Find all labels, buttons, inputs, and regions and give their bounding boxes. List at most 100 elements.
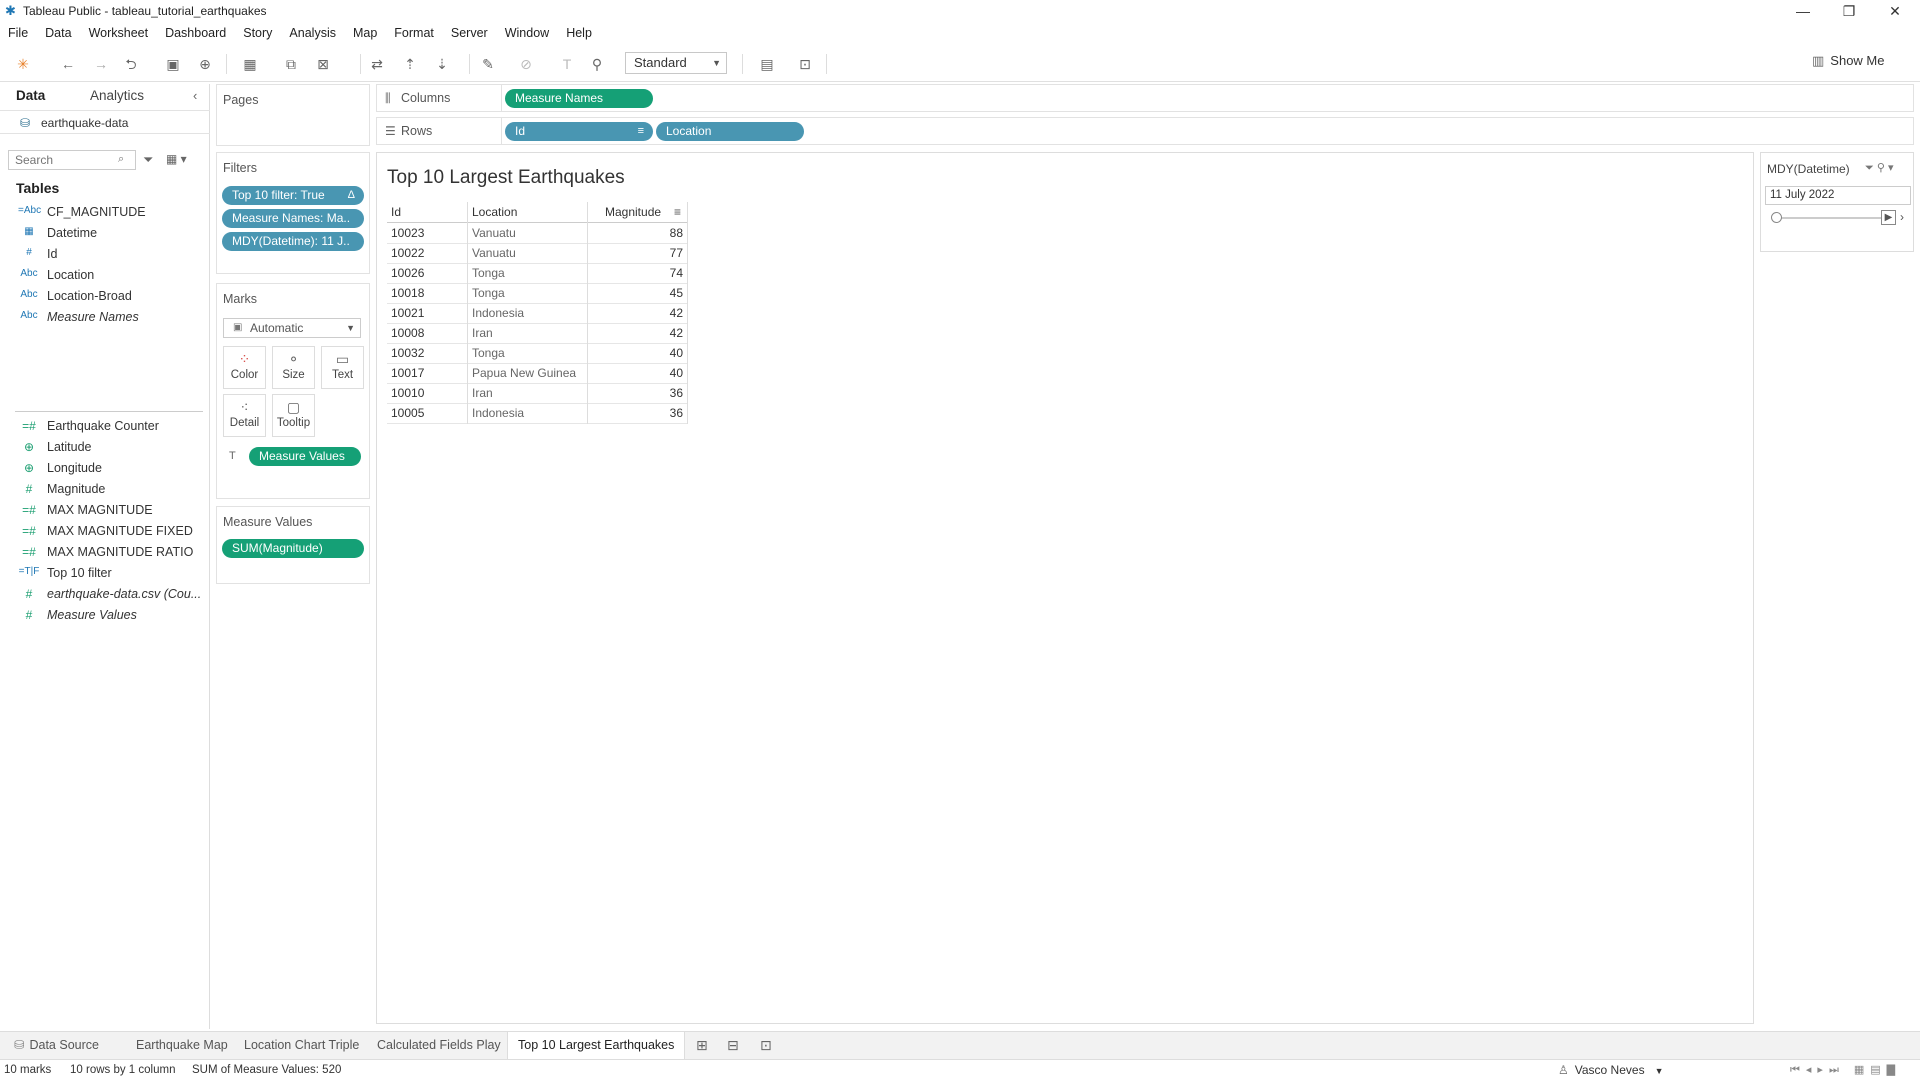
show-cards-icon[interactable]: ▤ bbox=[757, 54, 777, 74]
field-location[interactable]: Abc Location bbox=[0, 265, 208, 286]
marks-pill-measure-values[interactable]: Measure Values bbox=[249, 447, 361, 466]
filter-pill-measure-names[interactable]: Measure Names: Ma.. bbox=[222, 209, 364, 228]
menu-analysis[interactable]: Analysis bbox=[289, 26, 336, 40]
swap-rows-columns-icon[interactable]: ⇄ bbox=[367, 54, 387, 74]
new-dashboard-icon[interactable]: ⊟ bbox=[727, 1037, 739, 1054]
save-icon[interactable]: ▣ bbox=[163, 54, 183, 74]
tab-data-source[interactable]: ⛁ Data Source bbox=[4, 1032, 109, 1059]
tooltip-mark-button[interactable]: ▢ Tooltip bbox=[272, 394, 315, 437]
menu-window[interactable]: Window bbox=[505, 26, 549, 40]
menu-map[interactable]: Map bbox=[353, 26, 377, 40]
menu-dashboard[interactable]: Dashboard bbox=[165, 26, 226, 40]
field-location-broad[interactable]: Abc Location-Broad bbox=[0, 286, 208, 307]
table-row[interactable]: 10022 Vanuatu 77 bbox=[387, 243, 687, 264]
new-worksheet-icon[interactable]: ▦ bbox=[240, 54, 260, 74]
new-story-icon[interactable]: ⊡ bbox=[760, 1037, 772, 1054]
highlight-icon[interactable]: ✎ bbox=[478, 54, 498, 74]
table-row[interactable]: 10032 Tonga 40 bbox=[387, 343, 687, 364]
date-value-field[interactable]: 11 July 2022 bbox=[1765, 186, 1911, 205]
view-options-icon[interactable]: ▦ ▾ bbox=[166, 152, 187, 166]
table-row[interactable]: 10005 Indonesia 36 bbox=[387, 403, 687, 424]
menu-data[interactable]: Data bbox=[45, 26, 71, 40]
rows-pill-id[interactable]: Id ≡ bbox=[505, 122, 653, 141]
pages-card[interactable]: Pages bbox=[216, 84, 370, 146]
play-icon[interactable]: ▶ bbox=[1881, 210, 1896, 225]
field-max-magnitude-fixed[interactable]: =# MAX MAGNITUDE FIXED bbox=[0, 521, 208, 542]
group-members-icon[interactable]: ⊘ bbox=[516, 54, 536, 74]
fix-axes-icon[interactable]: ⚲ bbox=[587, 54, 607, 74]
color-mark-button[interactable]: ⁘ Color bbox=[223, 346, 266, 389]
table-row[interactable]: 10017 Papua New Guinea 40 bbox=[387, 363, 687, 384]
menu-server[interactable]: Server bbox=[451, 26, 488, 40]
filter-icon[interactable]: ⏷ bbox=[143, 152, 153, 168]
restore-button[interactable]: ❐ bbox=[1826, 0, 1872, 22]
table-row[interactable]: 10008 Iran 42 bbox=[387, 323, 687, 344]
measure-pill-sum-magnitude[interactable]: SUM(Magnitude) bbox=[222, 539, 364, 558]
filter-card-menu-icon[interactable]: ⏷ ⚲ ▾ bbox=[1865, 161, 1894, 175]
table-row[interactable]: 10021 Indonesia 42 bbox=[387, 303, 687, 324]
menu-story[interactable]: Story bbox=[243, 26, 272, 40]
tab-top-10-largest-earthquakes[interactable]: Top 10 Largest Earthquakes bbox=[507, 1032, 686, 1059]
replay-icon[interactable]: ⮌ bbox=[121, 54, 141, 74]
tab-location-chart-triple[interactable]: Location Chart Triple bbox=[234, 1032, 369, 1059]
next-icon[interactable]: › bbox=[1900, 210, 1904, 224]
date-slider-track[interactable] bbox=[1775, 217, 1885, 219]
sheet-navigation-icons[interactable]: ⏮◂▸⏭ ▦▤▇ bbox=[1790, 1063, 1901, 1077]
field-datetime[interactable]: ▦ Datetime bbox=[0, 223, 208, 244]
table-row[interactable]: 10023 Vanuatu 88 bbox=[387, 223, 687, 244]
field-measure-values[interactable]: # Measure Values bbox=[0, 605, 208, 626]
duplicate-sheet-icon[interactable]: ⧉ bbox=[281, 54, 301, 74]
tab-calculated-fields-play[interactable]: Calculated Fields Play bbox=[367, 1032, 511, 1059]
field-id[interactable]: # Id bbox=[0, 244, 208, 265]
menu-file[interactable]: File bbox=[8, 26, 28, 40]
datasource-item[interactable]: ⛁ earthquake-data bbox=[0, 110, 210, 134]
text-mark-button[interactable]: ▭ Text bbox=[321, 346, 364, 389]
clear-sheet-icon[interactable]: ⊠ bbox=[313, 54, 333, 74]
menu-worksheet[interactable]: Worksheet bbox=[89, 26, 149, 40]
tab-earthquake-map[interactable]: Earthquake Map bbox=[126, 1032, 238, 1059]
filter-pill-top10[interactable]: Top 10 filter: True Δ bbox=[222, 186, 364, 205]
undo-icon[interactable]: ← bbox=[58, 54, 78, 74]
close-button[interactable]: ✕ bbox=[1872, 0, 1918, 22]
table-row[interactable]: 10026 Tonga 74 bbox=[387, 263, 687, 284]
size-mark-button[interactable]: ⚬ Size bbox=[272, 346, 315, 389]
sort-ascending-icon[interactable]: ⇡ bbox=[400, 54, 420, 74]
table-row[interactable]: 10010 Iran 36 bbox=[387, 383, 687, 404]
field-latitude[interactable]: ⊕ Latitude bbox=[0, 437, 208, 458]
field-longitude[interactable]: ⊕ Longitude bbox=[0, 458, 208, 479]
field-magnitude[interactable]: # Magnitude bbox=[0, 479, 208, 500]
redo-icon[interactable]: → bbox=[91, 54, 111, 74]
filter-pill-datetime[interactable]: MDY(Datetime): 11 J.. bbox=[222, 232, 364, 251]
field-measure-names[interactable]: Abc Measure Names bbox=[0, 307, 208, 328]
field-earthquake-counter[interactable]: =# Earthquake Counter bbox=[0, 416, 208, 437]
detail-mark-button[interactable]: ⁖ Detail bbox=[223, 394, 266, 437]
table-row[interactable]: 10018 Tonga 45 bbox=[387, 283, 687, 304]
date-slider-handle[interactable] bbox=[1771, 212, 1782, 223]
field-cf-magnitude[interactable]: =Abc CF_MAGNITUDE bbox=[0, 202, 208, 223]
collapse-pane-icon[interactable]: ‹ bbox=[193, 88, 197, 103]
show-mark-labels-icon[interactable]: T bbox=[557, 54, 577, 74]
field-max-magnitude[interactable]: =# MAX MAGNITUDE bbox=[0, 500, 208, 521]
show-me-button[interactable]: ▥ Show Me bbox=[1812, 53, 1885, 69]
columns-shelf[interactable]: ⫼ Columns Measure Names bbox=[376, 84, 1914, 112]
sort-descending-icon[interactable]: ⇣ bbox=[432, 54, 452, 74]
tab-analytics[interactable]: Analytics bbox=[90, 88, 144, 103]
user-menu[interactable]: ♙ Vasco Neves ▼ bbox=[1558, 1063, 1664, 1077]
sort-icon[interactable]: ≡ bbox=[674, 202, 681, 222]
header-location[interactable]: Location bbox=[472, 202, 517, 222]
rows-pill-location[interactable]: Location bbox=[656, 122, 804, 141]
mark-type-select[interactable]: ▣ Automatic ▼ bbox=[223, 318, 361, 338]
header-id[interactable]: Id bbox=[391, 202, 401, 222]
fit-select[interactable]: Standard ▼ bbox=[625, 52, 727, 74]
tab-data[interactable]: Data bbox=[16, 88, 45, 103]
menu-help[interactable]: Help bbox=[566, 26, 592, 40]
menu-format[interactable]: Format bbox=[394, 26, 434, 40]
minimize-button[interactable]: — bbox=[1780, 0, 1826, 22]
field-count[interactable]: # earthquake-data.csv (Cou... bbox=[0, 584, 208, 605]
tableau-home-icon[interactable]: ✳ bbox=[13, 54, 33, 74]
new-datasource-icon[interactable]: ⊕ bbox=[195, 54, 215, 74]
field-max-magnitude-ratio[interactable]: =# MAX MAGNITUDE RATIO bbox=[0, 542, 208, 563]
columns-pill-measure-names[interactable]: Measure Names bbox=[505, 89, 653, 108]
presentation-mode-icon[interactable]: ⊡ bbox=[795, 54, 815, 74]
field-top-10-filter[interactable]: =T|F Top 10 filter bbox=[0, 563, 208, 584]
